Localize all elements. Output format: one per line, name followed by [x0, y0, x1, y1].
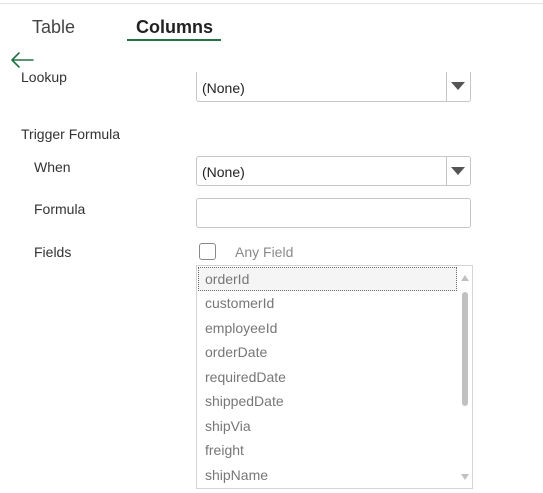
lookup-label: Lookup	[21, 72, 67, 87]
tab-table[interactable]: Table	[32, 16, 75, 38]
select-divider	[446, 72, 447, 101]
when-select-value: (None)	[202, 164, 245, 180]
scroll-up-arrow-icon[interactable]	[461, 275, 469, 281]
fields-label: Fields	[34, 244, 72, 260]
list-item[interactable]: shipName	[198, 463, 457, 487]
when-select[interactable]: (None)	[196, 156, 471, 186]
formula-label: Formula	[34, 201, 86, 217]
lookup-select-value: (None)	[202, 80, 245, 96]
list-item[interactable]: employeeId	[198, 316, 457, 340]
fields-listbox[interactable]: orderId customerId employeeId orderDate …	[196, 265, 473, 489]
caret-down-icon	[451, 167, 465, 175]
trigger-formula-heading: Trigger Formula	[21, 126, 121, 142]
lookup-select[interactable]: (None)	[196, 72, 471, 102]
any-field-checkbox[interactable]	[199, 243, 216, 260]
list-item[interactable]: shippedDate	[198, 389, 457, 413]
list-item[interactable]: orderId	[198, 267, 457, 291]
scroll-down-arrow-icon[interactable]	[461, 474, 469, 480]
list-item[interactable]: shipVia	[198, 414, 457, 438]
list-item[interactable]: requiredDate	[198, 365, 457, 389]
when-label: When	[34, 159, 71, 175]
scroll-thumb[interactable]	[462, 292, 468, 406]
formula-input[interactable]	[196, 198, 471, 228]
any-field-label[interactable]: Any Field	[235, 243, 293, 261]
tab-columns[interactable]: Columns	[136, 16, 213, 38]
arrow-left-icon[interactable]	[9, 50, 35, 70]
list-item[interactable]: freight	[198, 438, 457, 462]
select-divider	[446, 157, 447, 185]
active-tab-indicator	[127, 39, 221, 41]
caret-down-icon	[451, 82, 465, 90]
list-item[interactable]: orderDate	[198, 340, 457, 364]
list-item[interactable]: customerId	[198, 291, 457, 315]
top-divider	[0, 3, 543, 4]
lookup-label-text: Lookup	[21, 72, 67, 85]
listbox-scrollbar[interactable]	[460, 268, 470, 486]
